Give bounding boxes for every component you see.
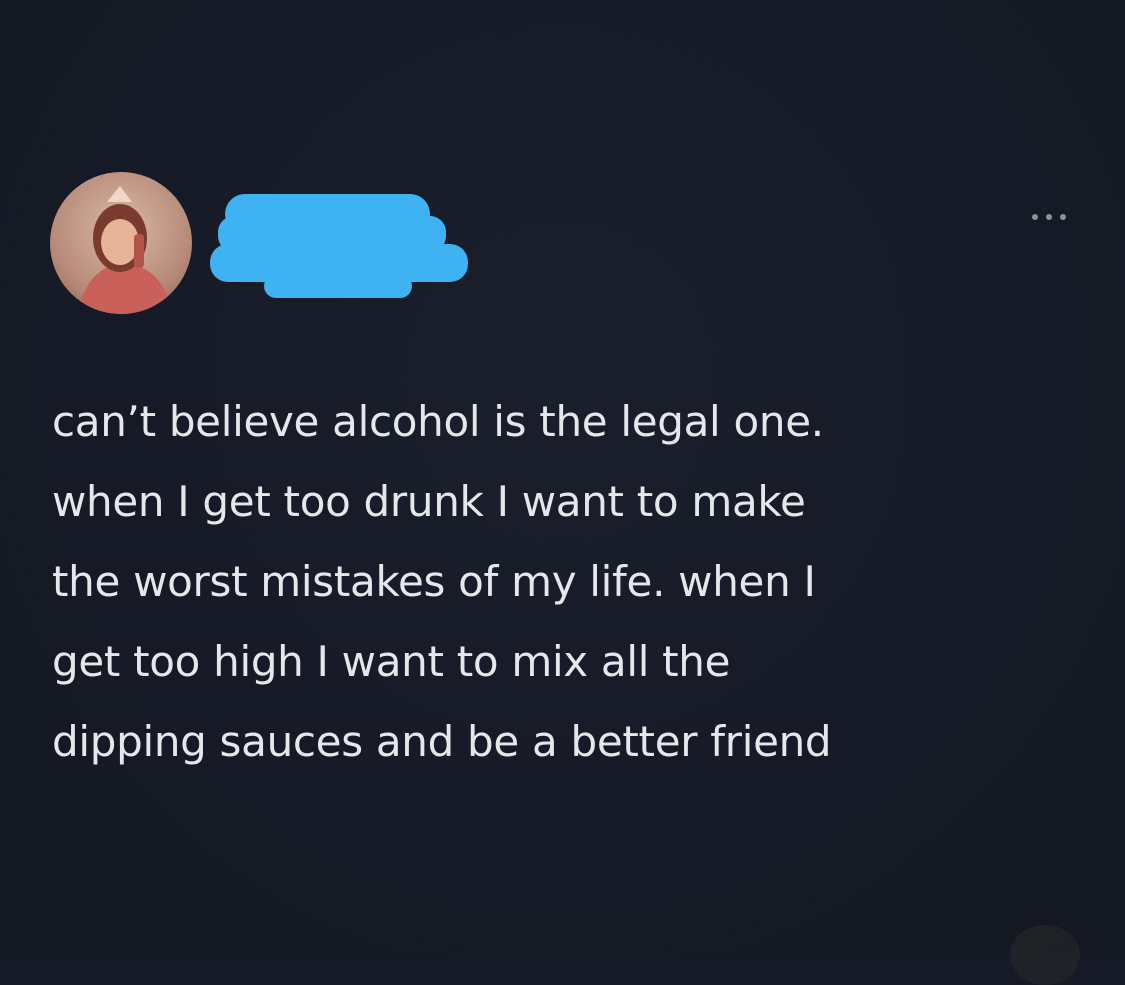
redacted-username — [210, 194, 468, 298]
avatar-image — [50, 172, 192, 314]
post-text-line: get too high I want to mix all the — [52, 637, 731, 686]
post-text-line: the worst mistakes of my life. when I — [52, 557, 816, 606]
post-text-line: dipping sauces and be a better friend — [52, 717, 832, 766]
corner-overlay — [1010, 925, 1080, 985]
post-card: can’t believe alcohol is the legal one. … — [0, 0, 1125, 985]
more-options-button[interactable] — [1022, 205, 1076, 229]
post-text-line: can’t believe alcohol is the legal one. — [52, 397, 824, 446]
author-avatar[interactable] — [50, 172, 192, 314]
post-text-line: when I get too drunk I want to make — [52, 477, 806, 526]
more-horizontal-icon — [1032, 214, 1066, 220]
post-body-text: can’t believe alcohol is the legal one. … — [52, 382, 1082, 782]
